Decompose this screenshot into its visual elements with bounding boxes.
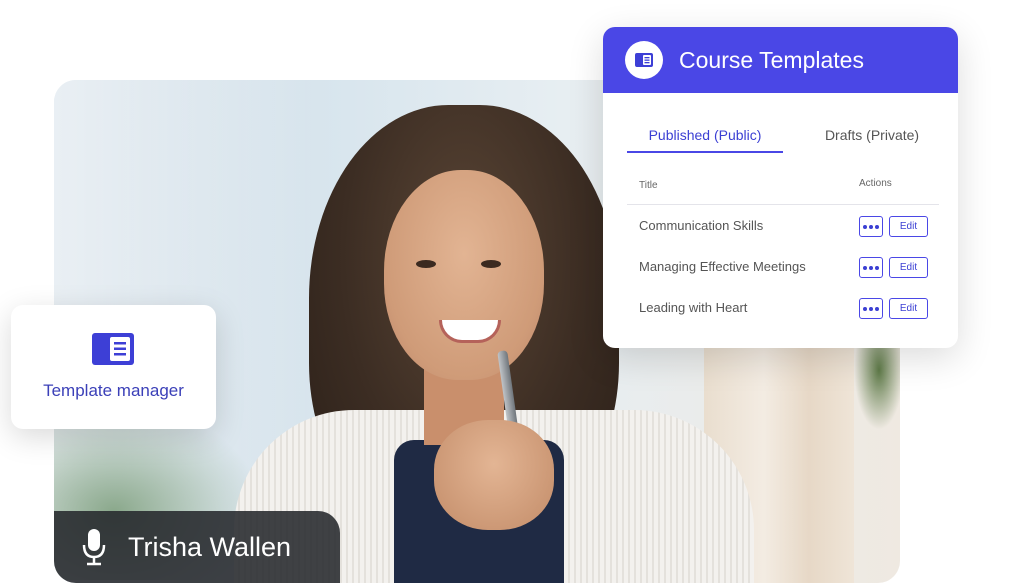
table-row: Managing Effective Meetings Edit — [627, 247, 939, 287]
course-templates-title: Course Templates — [679, 46, 864, 73]
table-row: Communication Skills Edit — [627, 206, 939, 246]
row-title: Managing Effective Meetings — [639, 259, 806, 274]
speaker-right-eye — [481, 260, 501, 268]
more-icon-dot — [869, 306, 873, 311]
more-actions-button[interactable] — [859, 298, 883, 319]
more-icon-dot — [869, 265, 873, 270]
more-icon-dot — [875, 224, 879, 229]
template-icon — [625, 41, 663, 79]
more-icon-dot — [863, 265, 867, 270]
speaker-hand — [434, 420, 554, 530]
speaker-name: Trisha Wallen — [128, 531, 292, 562]
row-title: Leading with Heart — [639, 300, 748, 315]
table-row: Leading with Heart Edit — [627, 288, 939, 328]
template-manager-card[interactable]: Template manager — [11, 305, 216, 429]
more-icon-dot — [869, 224, 873, 229]
microphone-icon[interactable] — [82, 527, 106, 567]
speaker-face — [384, 170, 544, 380]
template-icon — [92, 333, 134, 365]
column-header-actions: Actions — [859, 178, 892, 189]
speaker-name-bar: Trisha Wallen — [54, 511, 340, 583]
course-templates-panel: Course Templates Published (Public) Draf… — [603, 27, 958, 348]
more-icon-dot — [863, 306, 867, 311]
speaker-left-eye — [416, 260, 436, 268]
tab-published[interactable]: Published (Public) — [627, 127, 783, 153]
row-title: Communication Skills — [639, 218, 764, 233]
edit-button[interactable]: Edit — [889, 216, 928, 237]
tab-drafts[interactable]: Drafts (Private) — [807, 127, 937, 143]
more-icon-dot — [875, 306, 879, 311]
more-icon-dot — [863, 224, 867, 229]
more-icon-dot — [875, 265, 879, 270]
template-tabs: Published (Public) Drafts (Private) — [627, 119, 937, 153]
course-templates-header: Course Templates — [603, 27, 958, 93]
more-actions-button[interactable] — [859, 257, 883, 278]
edit-button[interactable]: Edit — [889, 257, 928, 278]
edit-button[interactable]: Edit — [889, 298, 928, 319]
template-manager-label: Template manager — [43, 381, 184, 400]
more-actions-button[interactable] — [859, 216, 883, 237]
column-header-title: Title — [639, 180, 658, 191]
header-divider — [627, 204, 939, 205]
